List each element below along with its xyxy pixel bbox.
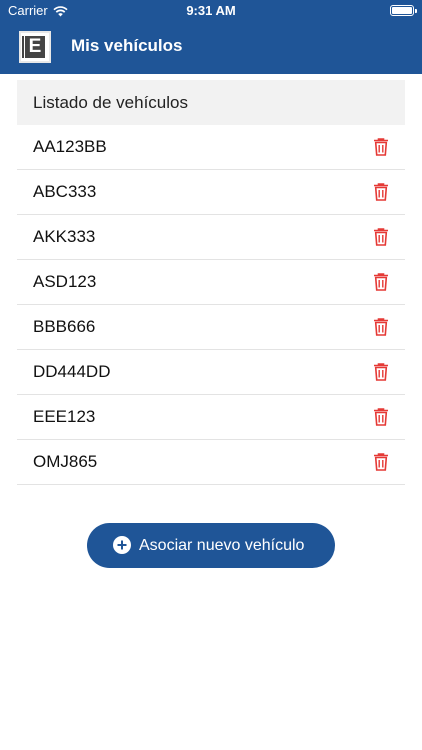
navigation-bar: Carrier 9:31 AM E Mis vehículos: [0, 0, 422, 74]
vehicle-plate: ABC333: [33, 182, 97, 201]
battery-icon: [390, 5, 417, 16]
vehicle-row[interactable]: BBB666: [17, 305, 405, 350]
trash-icon[interactable]: [373, 272, 389, 292]
trash-icon[interactable]: [373, 317, 389, 337]
vehicle-row[interactable]: AKK333: [17, 215, 405, 260]
vehicle-plate: DD444DD: [33, 362, 111, 381]
page-title: Mis vehículos: [71, 36, 183, 55]
add-vehicle-button[interactable]: Asociar nuevo vehículo: [87, 523, 335, 568]
status-time: 9:31 AM: [186, 3, 236, 18]
e-logo-icon: E: [19, 31, 51, 63]
vehicle-plate: EEE123: [33, 407, 96, 426]
add-vehicle-label: Asociar nuevo vehículo: [139, 537, 305, 554]
trash-icon[interactable]: [373, 362, 389, 382]
vehicle-plate: BBB666: [33, 317, 96, 336]
vehicle-row[interactable]: ABC333: [17, 170, 405, 215]
trash-icon[interactable]: [373, 137, 389, 157]
plus-circle-icon: [113, 536, 131, 554]
vehicle-row[interactable]: EEE123: [17, 395, 405, 440]
vehicle-plate: AA123BB: [33, 137, 107, 156]
list-heading: Listado de vehículos: [33, 93, 188, 112]
vehicle-plate: OMJ865: [33, 452, 98, 471]
vehicle-plate: AKK333: [33, 227, 96, 246]
trash-icon[interactable]: [373, 452, 389, 472]
trash-icon[interactable]: [373, 407, 389, 427]
vehicle-row[interactable]: ASD123: [17, 260, 405, 305]
vehicle-plate: ASD123: [33, 272, 97, 291]
trash-icon[interactable]: [373, 182, 389, 202]
list-section-header: Listado de vehículos: [17, 80, 405, 125]
status-bar: Carrier 9:31 AM: [0, 0, 422, 22]
vehicle-row[interactable]: DD444DD: [17, 350, 405, 395]
vehicle-row[interactable]: OMJ865: [17, 440, 405, 485]
vehicle-row[interactable]: AA123BB: [17, 125, 405, 170]
trash-icon[interactable]: [373, 227, 389, 247]
